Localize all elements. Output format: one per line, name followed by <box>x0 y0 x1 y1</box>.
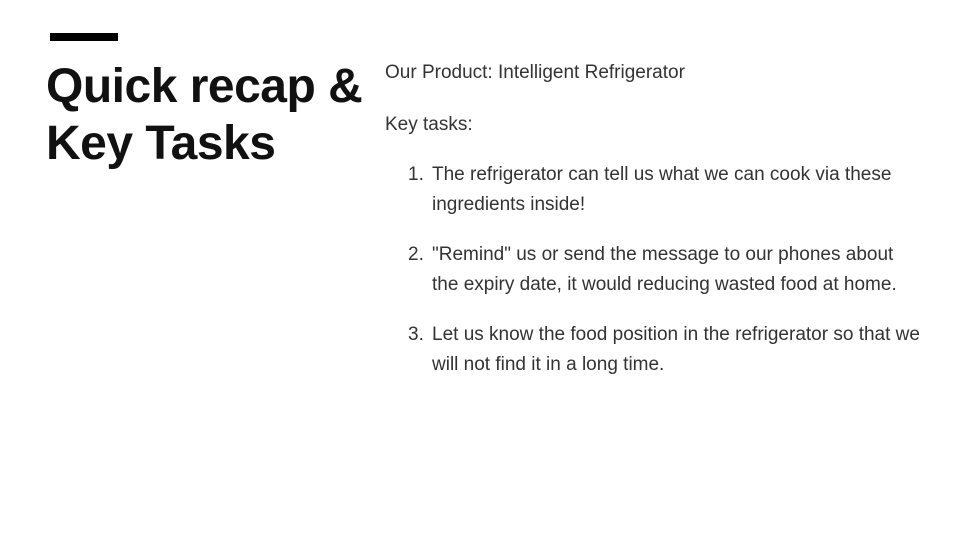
title-line-1: Quick recap & <box>46 60 363 113</box>
task-text: "Remind" us or send the message to our p… <box>432 244 897 295</box>
slide-body: Our Product: Intelligent Refrigerator Ke… <box>385 58 925 400</box>
task-list: 1. The refrigerator can tell us what we … <box>385 160 925 379</box>
product-line: Our Product: Intelligent Refrigerator <box>385 62 685 83</box>
task-text: The refrigerator can tell us what we can… <box>432 164 892 215</box>
tasks-heading: Key tasks: <box>385 113 473 135</box>
slide: Quick recap & Key Tasks Our Product: Int… <box>0 0 960 540</box>
task-item: 1. The refrigerator can tell us what we … <box>385 160 925 219</box>
task-number: 3. <box>408 324 424 345</box>
slide-title: Quick recap & Key Tasks <box>46 58 386 172</box>
task-item: 2. "Remind" us or send the message to ou… <box>385 240 925 299</box>
task-item: 3. Let us know the food position in the … <box>385 320 925 379</box>
title-line-2: Key Tasks <box>46 117 276 170</box>
task-text: Let us know the food position in the ref… <box>432 324 920 375</box>
title-accent-bar <box>50 33 118 41</box>
task-number: 1. <box>408 164 424 185</box>
task-number: 2. <box>408 244 424 265</box>
